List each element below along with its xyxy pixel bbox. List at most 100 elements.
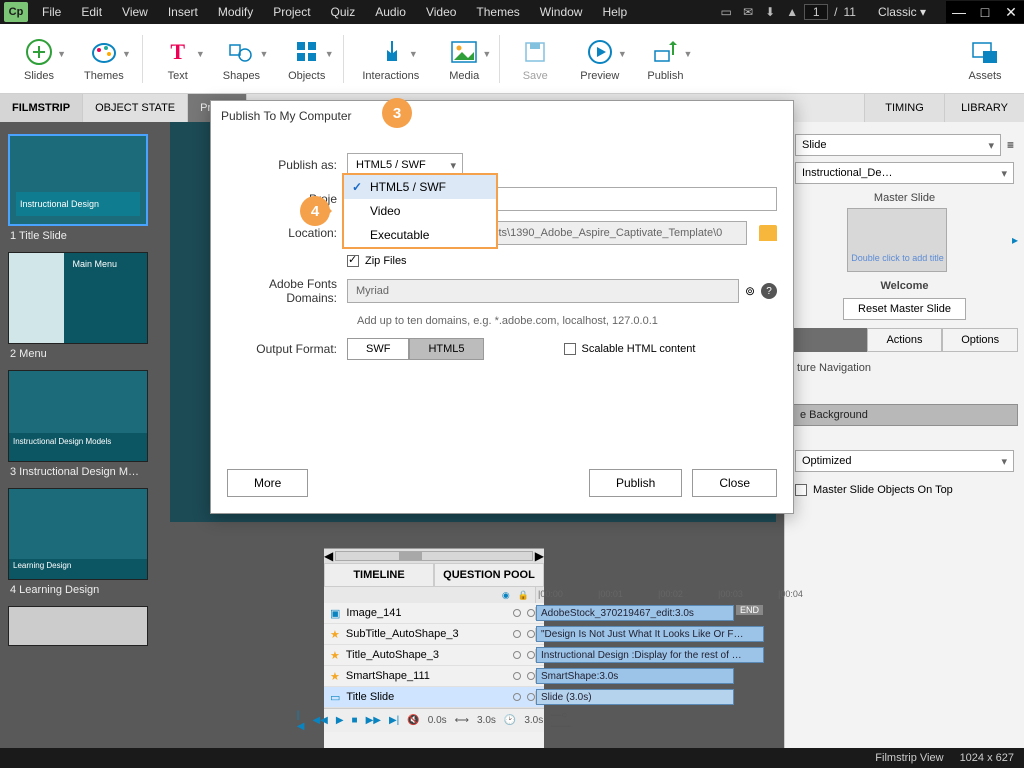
timeline-panel: ◀▶ TIMELINE QUESTION POOL ◉🔒 |00:00 |00:…	[324, 548, 544, 748]
master-dropdown-icon[interactable]: ▸	[1012, 233, 1018, 247]
slide-thumb-5[interactable]	[8, 606, 154, 646]
master-on-top-checkbox[interactable]: Master Slide Objects On Top	[791, 478, 1018, 502]
menu-help[interactable]: Help	[592, 5, 637, 19]
zip-files-checkbox[interactable]: ✓	[347, 255, 359, 267]
window-close-button[interactable]: ✕	[998, 1, 1024, 23]
reset-master-button[interactable]: Reset Master Slide	[843, 298, 966, 320]
browse-folder-icon[interactable]	[759, 225, 777, 241]
dropdown-option[interactable]: Executable	[344, 223, 496, 247]
clip[interactable]: Instructional Design :Display for the re…	[536, 647, 764, 663]
ribbon-save[interactable]: Save	[518, 35, 552, 82]
timeline-row[interactable]: ▣Image_141 AdobeStock_370219467_edit:3.0…	[324, 603, 544, 624]
up-icon[interactable]: ▲	[782, 3, 802, 21]
scalable-checkbox[interactable]	[564, 343, 576, 355]
menu-window[interactable]: Window	[530, 5, 593, 19]
workspace-selector[interactable]: Classic ▾	[868, 5, 936, 19]
master-slide-select[interactable]: Instructional_De…	[795, 162, 1014, 184]
prop-tab-style[interactable]	[791, 328, 867, 352]
dropdown-option[interactable]: Video	[344, 199, 496, 223]
timeline-row[interactable]: ▭Title Slide Slide (3.0s)	[324, 687, 544, 708]
menu-modify[interactable]: Modify	[208, 5, 263, 19]
output-swf[interactable]: SWF	[347, 338, 409, 360]
slide-name-field[interactable]: Slide	[795, 134, 1001, 156]
row-name: SubTitle_AutoShape_3	[346, 628, 459, 640]
tl-first-icon[interactable]: |◀	[297, 710, 305, 732]
mail-icon[interactable]: ✉	[738, 3, 758, 21]
timeline-tab[interactable]: TIMELINE	[324, 563, 434, 587]
menu-insert[interactable]: Insert	[158, 5, 208, 19]
fonts-domains-input[interactable]: Myriad	[347, 279, 739, 303]
timeline-row[interactable]: ★Title_AutoShape_3 Instructional Design …	[324, 645, 544, 666]
slide-thumb-4[interactable]: Learning Design 4 Learning Design	[8, 488, 154, 600]
cloud-icon[interactable]: ⊚	[745, 284, 755, 298]
menu-view[interactable]: View	[112, 5, 158, 19]
master-slide-preview[interactable]: Double click to add title	[847, 208, 947, 272]
output-format-label: Output Format:	[227, 342, 347, 356]
clip[interactable]: AdobeStock_370219467_edit:3.0s	[536, 605, 734, 621]
ribbon-themes-label: Themes	[84, 70, 124, 82]
tl-mute-icon[interactable]: 🔇	[407, 715, 419, 726]
ribbon-text[interactable]: T▼ Text	[161, 35, 195, 82]
clip[interactable]: SmartShape:3.0s	[536, 668, 734, 684]
dropdown-option[interactable]: HTML5 / SWF	[344, 175, 496, 199]
ribbon-slides[interactable]: ▼ Slides	[22, 35, 56, 82]
slide-thumb-2[interactable]: Main Menu 2 Menu	[8, 252, 154, 364]
slide-thumb-1[interactable]: Instructional Design 1 Title Slide	[8, 134, 154, 246]
download-icon[interactable]: ⬇	[760, 3, 780, 21]
ribbon-preview[interactable]: ▼ Preview	[580, 35, 619, 82]
ribbon-shapes[interactable]: ▼ Shapes	[223, 35, 260, 82]
ribbon-themes[interactable]: ▼ Themes	[84, 35, 124, 82]
lock-header-icon[interactable]: 🔒	[518, 590, 529, 601]
timeline-row[interactable]: ★SmartShape_111 SmartShape:3.0s	[324, 666, 544, 687]
clip[interactable]: "Design Is Not Just What It Looks Like O…	[536, 626, 764, 642]
panel-menu-icon[interactable]: ≡	[1007, 138, 1014, 152]
more-button[interactable]: More	[227, 469, 308, 497]
page-current[interactable]: 1	[804, 4, 828, 20]
menu-project[interactable]: Project	[263, 5, 320, 19]
background-select[interactable]: Optimized	[795, 450, 1014, 472]
ribbon-assets[interactable]: Assets	[968, 35, 1002, 82]
tl-last-icon[interactable]: ▶|	[389, 715, 399, 726]
close-button[interactable]: Close	[692, 469, 777, 497]
timeline-hscroll[interactable]: ◀▶	[324, 549, 544, 563]
menu-video[interactable]: Video	[416, 5, 466, 19]
slide-icon: ▭	[330, 691, 340, 704]
menu-file[interactable]: File	[32, 5, 71, 19]
tl-next-icon[interactable]: ▶▶	[366, 715, 381, 726]
window-minimize-button[interactable]: —	[946, 1, 972, 23]
ribbon-publish[interactable]: ▼ Publish	[647, 35, 683, 82]
menu-themes[interactable]: Themes	[466, 5, 529, 19]
project-title-label: Proje	[227, 192, 347, 206]
tab-library[interactable]: LIBRARY	[944, 94, 1024, 122]
menu-quiz[interactable]: Quiz	[321, 5, 366, 19]
clip[interactable]: Slide (3.0s)	[536, 689, 734, 705]
menu-audio[interactable]: Audio	[365, 5, 416, 19]
background-section[interactable]: e Background	[791, 404, 1018, 426]
fonts-domains-label: Adobe Fonts Domains:	[227, 277, 347, 305]
star-icon: ★	[330, 670, 340, 683]
output-format-toggle[interactable]: SWF HTML5	[347, 338, 484, 360]
publish-button[interactable]: Publish	[589, 469, 682, 497]
ribbon-media[interactable]: ▼ Media	[447, 35, 481, 82]
tab-filmstrip[interactable]: FILMSTRIP	[0, 94, 83, 122]
prop-tab-actions[interactable]: Actions	[867, 328, 943, 352]
menu-edit[interactable]: Edit	[71, 5, 112, 19]
question-pool-tab[interactable]: QUESTION POOL	[434, 563, 544, 587]
tl-play-icon[interactable]: ▶	[336, 715, 344, 726]
tab-object-state[interactable]: OBJECT STATE	[83, 94, 188, 122]
timeline-row[interactable]: ★SubTitle_AutoShape_3 "Design Is Not Jus…	[324, 624, 544, 645]
tab-timing[interactable]: TIMING	[864, 94, 944, 122]
tick-0: |00:00	[538, 589, 563, 599]
window-maximize-button[interactable]: □	[972, 1, 998, 23]
visibility-header-icon[interactable]: ◉	[502, 590, 510, 601]
prop-tab-options[interactable]: Options	[942, 328, 1018, 352]
tl-stop-icon[interactable]: ■	[352, 715, 358, 726]
slide-thumb-3[interactable]: Instructional Design Models 3 Instructio…	[8, 370, 154, 482]
ribbon-objects[interactable]: ▼ Objects	[288, 35, 325, 82]
help-icon[interactable]: ?	[761, 283, 777, 299]
ribbon-interactions[interactable]: ▼ Interactions	[362, 35, 419, 82]
output-html5[interactable]: HTML5	[409, 338, 483, 360]
panel-icon[interactable]: ▭	[716, 3, 736, 21]
tl-time-3: 3.0s	[524, 715, 543, 726]
tl-prev-icon[interactable]: ◀◀	[312, 715, 327, 726]
